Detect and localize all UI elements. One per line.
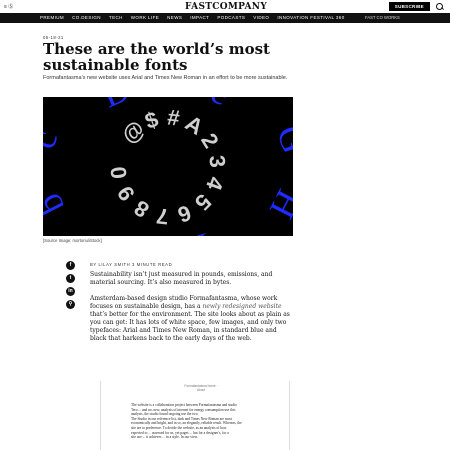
hero-ring-glyph: 0: [106, 165, 132, 180]
hero-outer-glyph: e: [205, 97, 236, 113]
hero-image: bcDeGHi@$#A234567890: [43, 97, 293, 236]
hero-ring-glyph: A: [181, 110, 208, 140]
hero-outer-glyph: G: [269, 120, 293, 158]
search-icon[interactable]: [436, 2, 444, 11]
nav-item[interactable]: IMPACT: [190, 15, 209, 20]
nav-item[interactable]: NEWS: [167, 15, 182, 20]
section-nav: PREMIUM CO.DESIGN TECH WORK LIFE NEWS IMPACT P…: [0, 13, 450, 23]
hero-ring-glyph: #: [166, 105, 181, 131]
hero-typography-art: bcDeGHi@$#A234567890: [43, 97, 293, 236]
article-body: Sustainability isn’t just measured in po…: [90, 271, 290, 351]
embed-text: The website is a collaboration project b…: [131, 403, 266, 440]
nav-item[interactable]: PREMIUM: [40, 15, 64, 20]
link-share-icon[interactable]: ⚲: [66, 300, 75, 309]
hero-ring-glyph: 6: [175, 200, 195, 228]
website-link[interactable]: newly redesigned website: [202, 303, 281, 310]
hero-ring-glyph: 2: [196, 129, 224, 153]
embed-line: site use ... it achieves ... in a style.…: [131, 435, 198, 440]
paragraph: Sustainability isn’t just measured in po…: [90, 271, 273, 286]
hero-ring-glyph: 9: [112, 182, 140, 206]
facebook-share-icon[interactable]: f: [66, 261, 75, 270]
article-byline: BY LILAY SMITH 3 MINUTE READ: [90, 262, 173, 267]
nav-item[interactable]: TECH: [109, 15, 123, 20]
linkedin-share-icon[interactable]: in: [66, 287, 75, 296]
nav-item[interactable]: CO.DESIGN: [72, 15, 101, 20]
hero-outer-glyph: c: [43, 125, 65, 154]
paragraph: Amsterdam-based design studio Formafanta…: [90, 295, 290, 342]
hero-outer-glyph: b: [43, 187, 72, 221]
nav-promo-link[interactable]: FAST CO WORKS: [365, 15, 400, 20]
embed-header: Formafantasma home · About: [184, 384, 218, 392]
article-title: These are the world’s most sustainable f…: [43, 40, 270, 74]
subscribe-button[interactable]: SUBSCRIBE: [388, 2, 430, 11]
hero-ring-glyph: 4: [201, 174, 229, 195]
twitter-share-icon[interactable]: t: [66, 274, 75, 283]
hero-outer-glyph: D: [96, 97, 136, 115]
hero-ring-glyph: 5: [190, 189, 216, 215]
share-bar: f t in ⚲: [66, 261, 75, 309]
nav-item[interactable]: PODCASTS: [217, 15, 245, 20]
embedded-screenshot: Formafantasma home · About The website i…: [100, 381, 290, 450]
top-header: ≡ Ⓢ FASTCOMPANY SUBSCRIBE: [0, 0, 450, 13]
site-logo[interactable]: FASTCOMPANY: [185, 2, 267, 12]
header-actions: SUBSCRIBE: [388, 2, 444, 11]
nav-item[interactable]: INNOVATION FESTIVAL 360: [277, 15, 344, 20]
menu-icon[interactable]: ≡ Ⓢ: [4, 3, 13, 10]
hero-ring-glyph: 3: [204, 154, 230, 169]
nav-item[interactable]: VIDEO: [253, 15, 269, 20]
image-caption: [Source Image: mortoriu/iStock]: [43, 238, 102, 243]
hero-outer-glyph: H: [262, 184, 293, 225]
nav-item[interactable]: WORK LIFE: [131, 15, 159, 20]
hero-ring-glyph: 7: [155, 203, 170, 229]
hero-ring-glyph: 8: [130, 195, 154, 223]
nav-items: PREMIUM CO.DESIGN TECH WORK LIFE NEWS IMPACT P…: [40, 15, 345, 20]
article-dek: Formafantasma’s new website uses Arial a…: [43, 75, 288, 81]
hero-outer-glyph: i: [194, 225, 215, 236]
